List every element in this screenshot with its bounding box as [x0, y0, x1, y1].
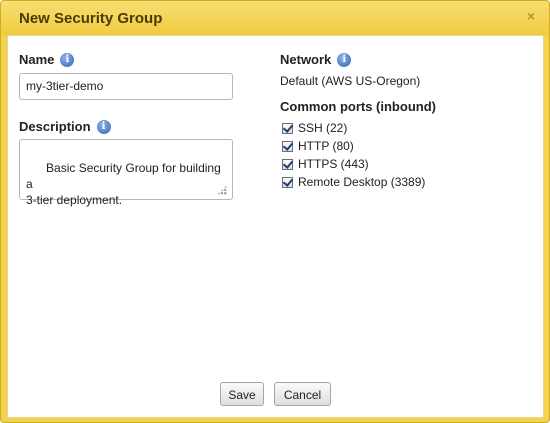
port-checkbox-https[interactable]: HTTPS (443) [282, 157, 369, 171]
network-value: Default (AWS US-Oregon) [280, 74, 421, 88]
cancel-button[interactable]: Cancel [274, 382, 331, 406]
description-label-text: Description [19, 119, 91, 134]
network-label-text: Network [280, 52, 332, 67]
info-icon[interactable]: i [60, 52, 75, 67]
dialog-titlebar[interactable]: New Security Group × [1, 1, 549, 35]
dialog-content: Name i my-3tier-demo Description i Basic… [7, 35, 544, 418]
checkbox[interactable] [282, 157, 294, 170]
port-label: HTTP (80) [298, 139, 354, 153]
checkbox[interactable] [282, 139, 294, 152]
port-label: HTTPS (443) [298, 157, 369, 171]
checkmark-icon [282, 139, 294, 151]
save-button[interactable]: Save [220, 382, 264, 406]
name-input[interactable]: my-3tier-demo [19, 73, 233, 100]
port-checkbox-remote-desktop[interactable]: Remote Desktop (3389) [282, 175, 425, 189]
description-textarea[interactable]: Basic Security Group for building a 3-ti… [19, 139, 233, 207]
name-label: Name i [19, 52, 75, 67]
network-label: Network i [280, 52, 352, 67]
info-icon[interactable]: i [337, 52, 352, 67]
checkmark-icon [282, 157, 294, 169]
checkbox[interactable] [282, 121, 294, 134]
port-checkbox-http[interactable]: HTTP (80) [282, 139, 354, 153]
dialog-title: New Security Group [19, 10, 163, 27]
common-ports-label-text: Common ports (inbound) [280, 99, 436, 114]
info-icon[interactable]: i [96, 119, 111, 134]
new-security-group-dialog: New Security Group × Name i my-3tier-dem… [0, 0, 550, 423]
resize-grip-icon[interactable] [217, 185, 227, 195]
port-checkbox-ssh[interactable]: SSH (22) [282, 121, 347, 135]
name-label-text: Name [19, 52, 55, 67]
port-label: SSH (22) [298, 121, 348, 135]
close-icon[interactable]: × [527, 7, 535, 25]
description-text: Basic Security Group for building a 3-ti… [26, 161, 221, 207]
description-label: Description i [19, 119, 111, 134]
common-ports-label: Common ports (inbound) [280, 99, 436, 114]
checkbox[interactable] [282, 175, 294, 188]
checkmark-icon [282, 121, 294, 133]
checkmark-icon [282, 175, 294, 187]
port-label: Remote Desktop (3389) [298, 175, 426, 189]
